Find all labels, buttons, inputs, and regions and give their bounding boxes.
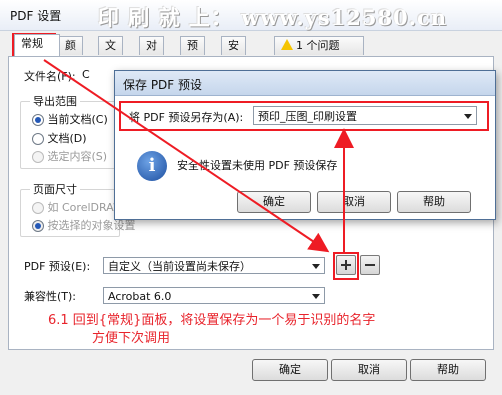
tab-general-label: 常规 bbox=[21, 37, 43, 50]
tab-general[interactable]: 常规 bbox=[14, 34, 60, 56]
arrow-tab-to-add bbox=[43, 59, 330, 253]
annotation-arrows bbox=[43, 59, 354, 253]
